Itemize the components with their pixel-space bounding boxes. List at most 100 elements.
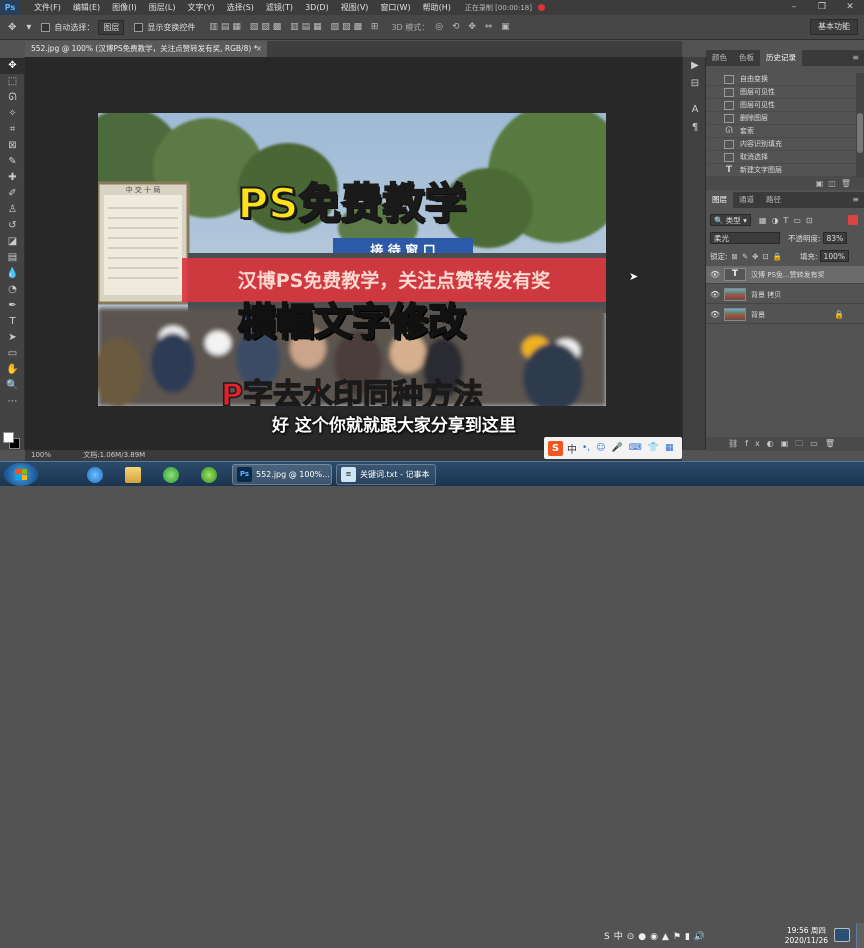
ime-toolbar[interactable]: S 中 •, ☺ 🎤 ⌨ 👕 ▦ — [544, 437, 682, 459]
tray-icons[interactable]: S中⊙●◉▲⚑▮🔊 — [604, 929, 709, 942]
taskbar-explorer[interactable] — [116, 464, 150, 485]
ime-voice-icon[interactable]: 🎤 — [612, 443, 623, 453]
clock[interactable]: 19:56 周四 2020/11/26 — [785, 926, 828, 946]
taskbar-task-photoshop[interactable]: Ps 552.jpg @ 100%... — [232, 464, 332, 485]
show-transform-checkbox[interactable] — [134, 22, 144, 32]
paragraph-icon[interactable]: ¶ — [683, 119, 707, 137]
record-icon[interactable] — [538, 4, 545, 11]
brush-tool-icon[interactable]: ✐ — [0, 186, 25, 202]
gradient-tool-icon[interactable]: ▤ — [0, 250, 25, 266]
eraser-tool-icon[interactable]: ◪ — [0, 234, 25, 250]
eyedropper-tool-icon[interactable]: ✎ — [0, 154, 25, 170]
blur-tool-icon[interactable]: 💧 — [0, 266, 25, 282]
tab-paths[interactable]: 路径 — [760, 192, 787, 208]
align-icons-group[interactable]: ▥▤▦ ▧▨▩ ▥▤▦ ▧▨▩ ⊞ — [209, 22, 381, 32]
close-button[interactable]: ✕ — [836, 0, 864, 15]
zoom-tool-icon[interactable]: 🔍 — [0, 378, 25, 394]
magic-wand-tool-icon[interactable]: ✧ — [0, 106, 25, 122]
blend-mode-dropdown[interactable]: 柔光 — [710, 232, 780, 244]
opacity-input[interactable]: 83% — [822, 232, 848, 244]
taskbar-app-green[interactable] — [154, 464, 188, 485]
healing-brush-tool-icon[interactable]: ✚ — [0, 170, 25, 186]
document-tab[interactable]: 552.jpg @ 100% (汉博PS免费教学，关注点赞转发有奖, RGB/8… — [25, 41, 267, 57]
marquee-tool-icon[interactable]: ⬚ — [0, 74, 25, 90]
panel-menu-icon[interactable]: ≡ — [852, 50, 859, 66]
history-brush-tool-icon[interactable]: ↺ — [0, 218, 25, 234]
dodge-tool-icon[interactable]: ◔ — [0, 282, 25, 298]
shape-tool-icon[interactable]: ▭ — [0, 346, 25, 362]
taskbar-app-xbox[interactable] — [192, 464, 226, 485]
more-tools-icon[interactable]: ⋯ — [0, 394, 25, 410]
lock-icons[interactable]: ⊠✎✥⊡🔒 — [732, 252, 786, 261]
minimize-button[interactable]: – — [780, 0, 808, 15]
history-scrollbar[interactable] — [856, 73, 864, 177]
clone-stamp-tool-icon[interactable]: ♙ — [0, 202, 25, 218]
pen-tool-icon[interactable]: ✒ — [0, 298, 25, 314]
menu-type[interactable]: 文字(Y) — [181, 2, 220, 13]
layer-row[interactable]: 👁 背景 🔒 — [706, 306, 864, 324]
menu-view[interactable]: 视图(V) — [335, 2, 375, 13]
foreground-color-swatch[interactable] — [3, 432, 14, 443]
workspace-dropdown[interactable]: 基本功能 — [810, 19, 858, 35]
ime-skin-icon[interactable]: 👕 — [648, 443, 659, 453]
character-icon[interactable]: A — [683, 101, 707, 119]
history-item[interactable]: 删除图层 — [706, 112, 856, 125]
panel-menu-icon[interactable]: ≡ — [852, 192, 859, 208]
properties-icon[interactable]: ⊟ — [683, 75, 707, 93]
maximize-button[interactable]: ❐ — [808, 0, 836, 15]
menu-image[interactable]: 图像(I) — [106, 2, 143, 13]
tab-history[interactable]: 历史记录 — [760, 50, 802, 66]
tab-layers[interactable]: 图层 — [706, 192, 733, 208]
lasso-tool-icon[interactable]: ᘏ — [0, 90, 25, 106]
layer-row[interactable]: 👁 背景 拷贝 — [706, 286, 864, 304]
menu-select[interactable]: 选择(S) — [221, 2, 260, 13]
visibility-eye-icon[interactable]: 👁 — [706, 310, 724, 319]
menu-window[interactable]: 窗口(W) — [374, 2, 416, 13]
action-center-icon[interactable] — [834, 928, 850, 942]
history-item[interactable]: 图层可见性 — [706, 99, 856, 112]
path-selection-tool-icon[interactable]: ➤ — [0, 330, 25, 346]
ime-mode[interactable]: 中 — [567, 441, 577, 456]
auto-select-dropdown[interactable]: 图层 — [98, 19, 125, 35]
layers-footer-icons[interactable]: ⛓fx◐▣🗀▭🗑 — [706, 437, 864, 451]
actions-icon[interactable]: ▶ — [683, 57, 707, 75]
history-footer-icons[interactable]: ▣◫🗑 — [706, 177, 864, 190]
tab-color[interactable]: 颜色 — [706, 50, 733, 66]
document-canvas[interactable]: 中 交 十 局 接 待 窗 口 汉博PS免费教学，关注点赞转发有奖 PS免费教学… — [98, 113, 606, 406]
filter-toggle[interactable] — [848, 215, 858, 225]
close-tab-icon[interactable]: × — [256, 41, 262, 57]
show-desktop-button[interactable] — [856, 923, 864, 948]
history-item[interactable]: T 新建文字图层 — [706, 164, 856, 177]
tool-preset-chevron-icon[interactable]: ▾ — [26, 22, 31, 33]
history-item[interactable]: ᘏ 套索 — [706, 125, 856, 138]
slice-tool-icon[interactable]: ⊠ — [0, 138, 25, 154]
menu-filter[interactable]: 滤镜(T) — [260, 2, 299, 13]
visibility-eye-icon[interactable]: 👁 — [706, 270, 724, 279]
taskbar-ie[interactable] — [78, 464, 112, 485]
start-button[interactable] — [4, 463, 38, 486]
type-tool-icon[interactable]: T — [0, 314, 25, 330]
fill-input[interactable]: 100% — [819, 250, 849, 262]
3d-mode-icons[interactable]: ◎ ⟲ ✥ ⇔ ▣ — [435, 22, 512, 32]
history-item[interactable]: 内容识别填充 — [706, 138, 856, 151]
ime-punct-icon[interactable]: •, — [582, 443, 590, 453]
history-item[interactable]: 取消选择 — [706, 151, 856, 164]
visibility-eye-icon[interactable]: 👁 — [706, 290, 724, 299]
menu-help[interactable]: 帮助(H) — [417, 2, 457, 13]
menu-3d[interactable]: 3D(D) — [299, 3, 335, 12]
ime-emoji-icon[interactable]: ☺ — [596, 443, 605, 453]
filter-type-icons[interactable]: ▦◑T▭⊡ — [759, 216, 818, 225]
layer-filter-dropdown[interactable]: 🔍 类型 ▾ — [710, 214, 751, 226]
tab-channels[interactable]: 通道 — [733, 192, 760, 208]
document-info[interactable]: 文档:1.06M/3.89M — [83, 450, 145, 461]
menu-file[interactable]: 文件(F) — [28, 2, 67, 13]
auto-select-checkbox[interactable] — [41, 22, 51, 32]
taskbar-task-notepad[interactable]: ≡ 关键词.txt - 记事本 — [336, 464, 436, 485]
history-item[interactable]: 自由变换 — [706, 73, 856, 86]
crop-tool-icon[interactable]: ⌗ — [0, 122, 25, 138]
menu-layer[interactable]: 图层(L) — [143, 2, 182, 13]
color-swatches[interactable] — [3, 432, 23, 450]
ime-tools-icon[interactable]: ▦ — [665, 443, 674, 453]
move-tool-icon[interactable]: ✥ — [8, 22, 16, 33]
ime-keyboard-icon[interactable]: ⌨ — [629, 443, 642, 453]
